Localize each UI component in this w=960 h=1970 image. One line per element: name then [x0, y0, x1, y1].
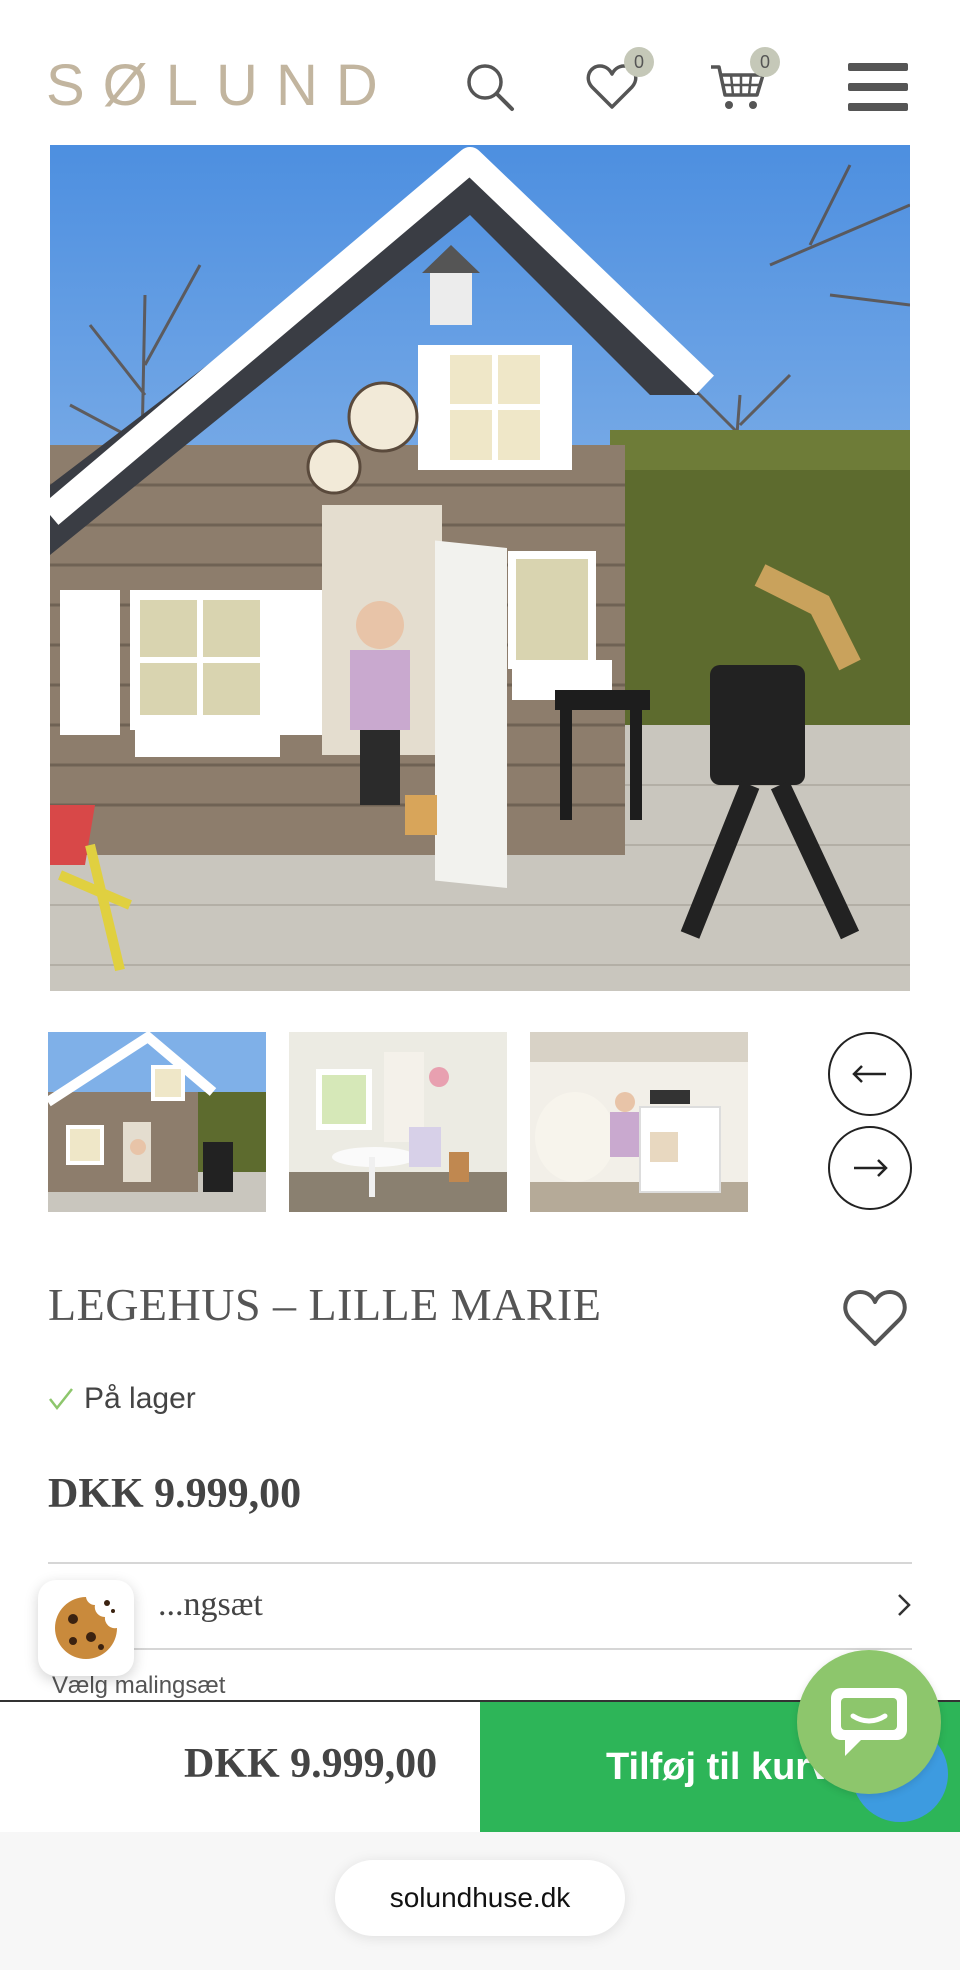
thumbnail-1[interactable] [48, 1032, 266, 1212]
divider [48, 1648, 912, 1650]
thumbnail-2-image [289, 1032, 507, 1212]
add-to-cart-label: Tilføj til kurv [606, 1745, 832, 1788]
sticky-price: DKK 9.999,00 [184, 1741, 438, 1787]
cart-button[interactable]: 0 [706, 47, 780, 119]
menu-button[interactable] [846, 55, 910, 119]
search-icon [467, 64, 514, 111]
product-title: LEGEHUS – LILLE MARIE [48, 1279, 602, 1330]
gallery-prev-button[interactable] [828, 1032, 912, 1116]
chat-icon [831, 1688, 907, 1756]
chevron-right-icon [898, 1594, 911, 1616]
product-main-image[interactable] [50, 145, 910, 991]
add-to-wishlist-button[interactable] [842, 1288, 908, 1353]
playhouse-photo [50, 145, 910, 991]
paint-set-selector[interactable]: ...ngsæt [48, 1562, 912, 1648]
search-button[interactable] [458, 55, 522, 119]
cookie-icon [55, 1597, 117, 1659]
site-logo[interactable]: SØLUND [46, 52, 396, 119]
stock-status-label: På lager [84, 1382, 196, 1415]
browser-url-bar[interactable]: solundhuse.dk [335, 1860, 625, 1936]
chat-widget-button[interactable] [797, 1650, 941, 1794]
cookie-settings-button[interactable] [38, 1580, 134, 1676]
wishlist-count-badge: 0 [624, 47, 654, 77]
cart-count-badge: 0 [750, 47, 780, 77]
thumbnail-3[interactable] [530, 1032, 748, 1212]
hamburger-menu-icon [848, 63, 908, 111]
thumbnail-3-image [530, 1032, 748, 1212]
browser-url-text: solundhuse.dk [389, 1882, 571, 1913]
paint-set-hint: Vælg malingsæt [52, 1672, 226, 1699]
thumbnail-1-image [48, 1032, 266, 1212]
stock-status: På lager [48, 1382, 196, 1416]
site-header: SØLUND 0 0 [0, 0, 960, 145]
product-price: DKK 9.999,00 [48, 1471, 302, 1517]
gallery-next-button[interactable] [828, 1126, 912, 1210]
arrow-left-icon [852, 1065, 886, 1083]
thumbnail-2[interactable] [289, 1032, 507, 1212]
arrow-right-icon [854, 1159, 888, 1177]
wishlist-button[interactable]: 0 [580, 47, 654, 119]
heart-icon [843, 1290, 907, 1346]
check-icon [49, 1388, 73, 1411]
